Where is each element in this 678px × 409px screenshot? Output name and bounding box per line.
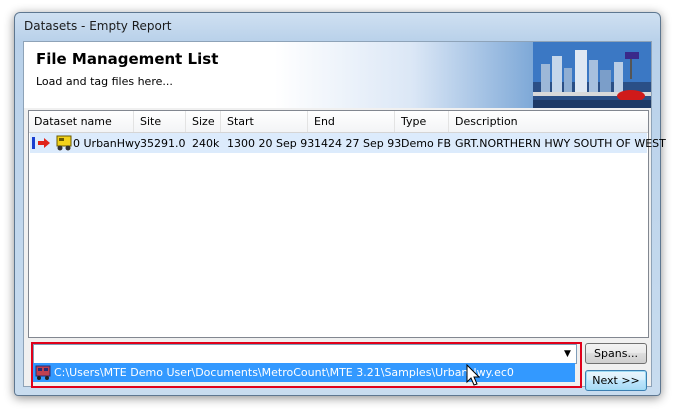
dataset-list[interactable]: Dataset name Site Size Start End Type De… bbox=[28, 110, 666, 338]
column-separator[interactable] bbox=[448, 111, 449, 132]
table-row[interactable]: 0 UrbanHwy 35291.0 240k 1300 20 Sep 93 1… bbox=[30, 133, 666, 153]
title-bar[interactable]: Datasets - Empty Report bbox=[15, 13, 660, 41]
column-separator[interactable] bbox=[394, 111, 395, 132]
city-banner-image bbox=[533, 42, 651, 108]
cell-end: 1424 27 Sep 93 bbox=[314, 137, 402, 150]
client-area: File Management List Load and tag files … bbox=[23, 41, 666, 391]
mouse-cursor-icon bbox=[466, 364, 481, 386]
cell-start: 1300 20 Sep 93 bbox=[227, 137, 315, 150]
column-separator[interactable] bbox=[133, 111, 134, 132]
column-separator[interactable] bbox=[185, 111, 186, 132]
page-title: File Management List bbox=[36, 50, 219, 68]
column-size[interactable]: Size bbox=[192, 115, 215, 129]
page-header: File Management List Load and tag files … bbox=[24, 42, 651, 108]
window-title: Datasets - Empty Report bbox=[24, 19, 172, 33]
column-end[interactable]: End bbox=[314, 115, 335, 129]
page-subtitle: Load and tag files here... bbox=[36, 75, 173, 88]
highlight-annotation-box bbox=[31, 342, 582, 388]
next-button[interactable]: Next >> bbox=[585, 370, 647, 391]
cell-dataset-name: 0 UrbanHwy bbox=[73, 137, 141, 150]
dialog-window: Datasets - Empty Report File Management … bbox=[14, 12, 666, 396]
column-type[interactable]: Type bbox=[401, 115, 426, 129]
list-header: Dataset name Site Size Start End Type De… bbox=[29, 111, 648, 133]
counter-device-icon bbox=[56, 135, 72, 151]
column-description[interactable]: Description bbox=[455, 115, 518, 129]
column-site[interactable]: Site bbox=[140, 115, 161, 129]
column-start[interactable]: Start bbox=[227, 115, 254, 129]
active-arrow-icon bbox=[32, 137, 50, 149]
cell-site: 35291.0 bbox=[140, 137, 186, 150]
column-separator[interactable] bbox=[220, 111, 221, 132]
column-dataset-name[interactable]: Dataset name bbox=[34, 115, 112, 129]
cell-type: Demo FB bbox=[401, 137, 452, 150]
cell-size: 240k bbox=[192, 137, 220, 150]
cell-description: GRT.NORTHERN HWY SOUTH OF WEST bbox=[455, 137, 666, 150]
column-separator[interactable] bbox=[307, 111, 308, 132]
spans-button[interactable]: Spans... bbox=[585, 343, 647, 364]
